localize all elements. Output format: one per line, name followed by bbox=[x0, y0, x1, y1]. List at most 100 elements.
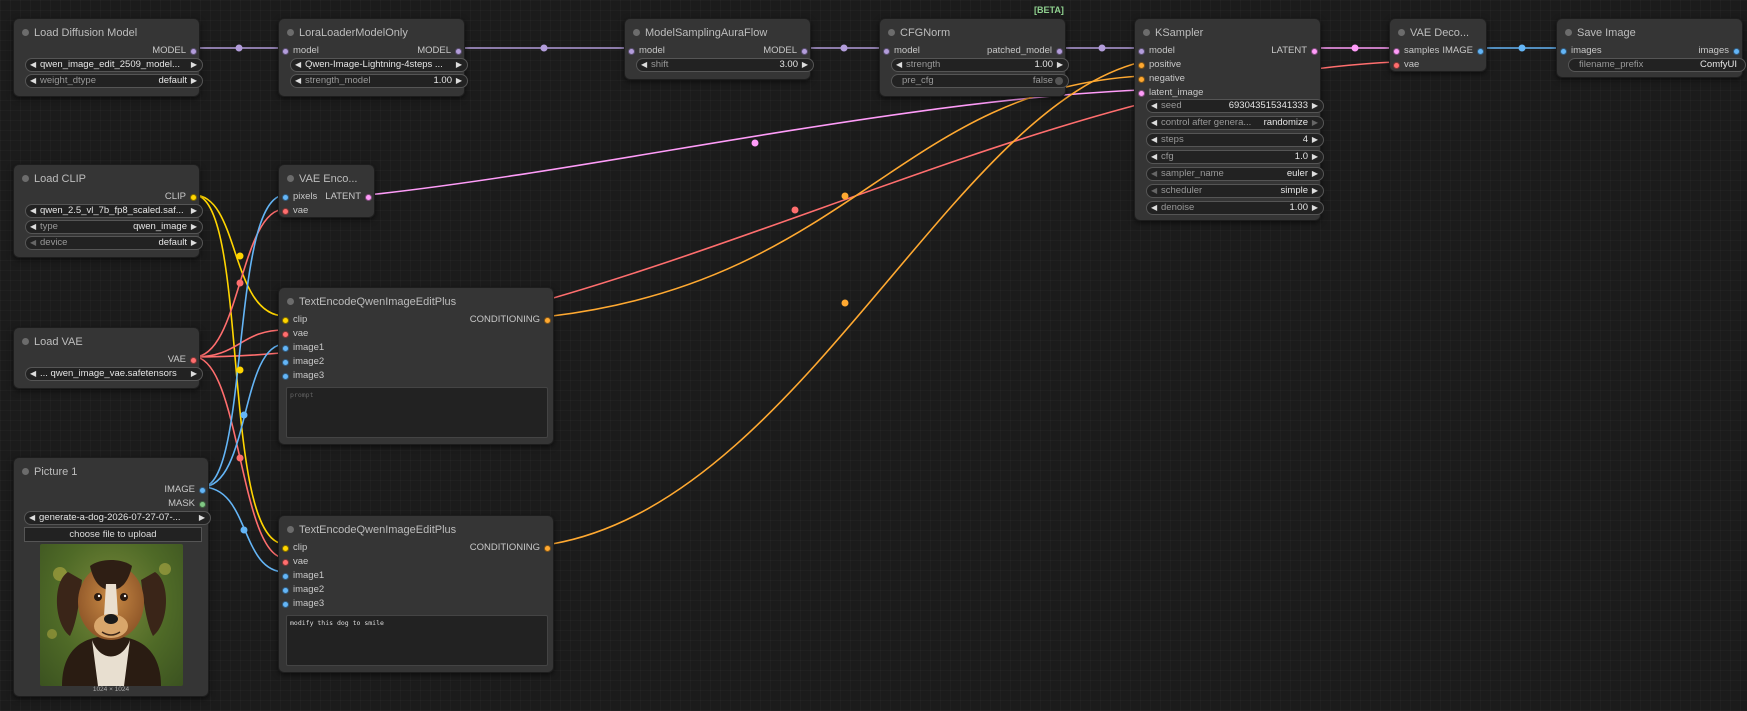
input-images[interactable]: images bbox=[1560, 45, 1602, 56]
collapse-dot[interactable] bbox=[633, 29, 640, 36]
steps-widget[interactable]: ◀ steps 4 ▶ bbox=[1146, 133, 1324, 147]
arrow-right-icon[interactable]: ▶ bbox=[191, 205, 197, 217]
scheduler-combo[interactable]: ◀ scheduler simple ▶ bbox=[1146, 184, 1324, 198]
strength-model-widget[interactable]: ◀ strength_model 1.00 ▶ bbox=[290, 74, 468, 88]
output-conditioning[interactable]: CONDITIONING bbox=[470, 314, 551, 325]
arrow-right-icon[interactable]: ▶ bbox=[1312, 185, 1318, 197]
node-title[interactable]: TextEncodeQwenImageEditPlus bbox=[279, 292, 553, 312]
prompt-textarea[interactable]: modify this dog to smile bbox=[286, 615, 548, 666]
node-title[interactable]: Save Image bbox=[1557, 23, 1742, 43]
output-image[interactable]: IMAGE bbox=[164, 484, 206, 495]
arrow-right-icon[interactable]: ▶ bbox=[191, 368, 197, 380]
node-load-diffusion-model[interactable]: Load Diffusion Model MODEL ◀ qwen_image_e… bbox=[13, 18, 203, 97]
port[interactable] bbox=[282, 208, 289, 215]
output-image[interactable]: IMAGE bbox=[1442, 45, 1484, 56]
port[interactable] bbox=[883, 48, 890, 55]
collapse-dot[interactable] bbox=[22, 29, 29, 36]
unet-name-combo[interactable]: ◀ qwen_image_edit_2509_model... ▶ bbox=[25, 58, 203, 72]
input-image3[interactable]: image3 bbox=[282, 370, 324, 381]
output-model[interactable]: MODEL bbox=[763, 45, 808, 56]
port[interactable] bbox=[282, 317, 289, 324]
node-load-clip[interactable]: Load CLIP CLIP ◀ qwen_2.5_vl_7b_fp8_scale… bbox=[13, 164, 203, 258]
port[interactable] bbox=[190, 48, 197, 55]
node-title[interactable]: VAE Deco... bbox=[1390, 23, 1486, 43]
collapse-dot[interactable] bbox=[287, 298, 294, 305]
output-patched-model[interactable]: patched_model bbox=[987, 45, 1063, 56]
output-mask[interactable]: MASK bbox=[168, 498, 206, 509]
arrow-left-icon[interactable]: ◀ bbox=[29, 512, 35, 524]
node-title[interactable]: Picture 1 bbox=[14, 462, 208, 482]
output-model[interactable]: MODEL bbox=[417, 45, 462, 56]
input-vae[interactable]: vae bbox=[282, 328, 308, 339]
node-title[interactable]: Load Diffusion Model bbox=[14, 23, 199, 43]
node-load-vae[interactable]: Load VAE VAE ◀ ... qwen_image_vae.safeten… bbox=[13, 327, 203, 389]
denoise-widget[interactable]: ◀ denoise 1.00 ▶ bbox=[1146, 201, 1324, 215]
arrow-right-icon[interactable]: ▶ bbox=[1312, 117, 1318, 129]
port[interactable] bbox=[365, 194, 372, 201]
pre-cfg-toggle[interactable]: pre_cfg false bbox=[891, 74, 1069, 88]
node-title[interactable]: LoraLoaderModelOnly bbox=[279, 23, 464, 43]
port[interactable] bbox=[1138, 62, 1145, 69]
port[interactable] bbox=[1560, 48, 1567, 55]
output-clip[interactable]: CLIP bbox=[165, 191, 197, 202]
node-title[interactable]: ModelSamplingAuraFlow bbox=[625, 23, 810, 43]
port[interactable] bbox=[282, 373, 289, 380]
node-title[interactable]: KSampler bbox=[1135, 23, 1320, 43]
arrow-right-icon[interactable]: ▶ bbox=[1312, 202, 1318, 214]
arrow-right-icon[interactable]: ▶ bbox=[1312, 168, 1318, 180]
collapse-dot[interactable] bbox=[287, 526, 294, 533]
arrow-left-icon[interactable]: ◀ bbox=[1151, 100, 1157, 112]
collapse-dot[interactable] bbox=[22, 175, 29, 182]
input-latent-image[interactable]: latent_image bbox=[1138, 87, 1203, 98]
port[interactable] bbox=[190, 357, 197, 364]
collapse-dot[interactable] bbox=[287, 29, 294, 36]
output-images[interactable]: images bbox=[1698, 45, 1740, 56]
port[interactable] bbox=[1138, 48, 1145, 55]
port[interactable] bbox=[1138, 90, 1145, 97]
arrow-left-icon[interactable]: ◀ bbox=[295, 59, 301, 71]
input-image1[interactable]: image1 bbox=[282, 342, 324, 353]
node-vae-decode[interactable]: VAE Deco... samples vae IMAGE bbox=[1389, 18, 1487, 72]
collapse-dot[interactable] bbox=[22, 468, 29, 475]
arrow-right-icon[interactable]: ▶ bbox=[191, 221, 197, 233]
arrow-right-icon[interactable]: ▶ bbox=[199, 512, 205, 524]
prompt-textarea-placeholder[interactable]: prompt bbox=[286, 387, 548, 438]
port[interactable] bbox=[282, 194, 289, 201]
input-model[interactable]: model bbox=[628, 45, 665, 56]
strength-widget[interactable]: ◀ strength 1.00 ▶ bbox=[891, 58, 1069, 72]
arrow-left-icon[interactable]: ◀ bbox=[30, 59, 36, 71]
arrow-left-icon[interactable]: ◀ bbox=[30, 75, 36, 87]
arrow-right-icon[interactable]: ▶ bbox=[1312, 100, 1318, 112]
port[interactable] bbox=[1311, 48, 1318, 55]
arrow-right-icon[interactable]: ▶ bbox=[191, 237, 197, 249]
port[interactable] bbox=[199, 501, 206, 508]
sampler-name-combo[interactable]: ◀ sampler_name euler ▶ bbox=[1146, 167, 1324, 181]
port[interactable] bbox=[282, 331, 289, 338]
node-save-image[interactable]: Save Image images images filename_prefix… bbox=[1556, 18, 1746, 78]
arrow-left-icon[interactable]: ◀ bbox=[295, 75, 301, 87]
input-model[interactable]: model bbox=[282, 45, 319, 56]
port[interactable] bbox=[190, 194, 197, 201]
port[interactable] bbox=[1477, 48, 1484, 55]
filename-prefix-input[interactable]: filename_prefix ComfyUI bbox=[1568, 58, 1746, 72]
input-image3[interactable]: image3 bbox=[282, 598, 324, 609]
port[interactable] bbox=[282, 345, 289, 352]
input-image2[interactable]: image2 bbox=[282, 584, 324, 595]
collapse-dot[interactable] bbox=[888, 29, 895, 36]
input-model[interactable]: model bbox=[883, 45, 920, 56]
device-combo[interactable]: ◀ device default ▶ bbox=[25, 236, 203, 250]
node-title[interactable]: TextEncodeQwenImageEditPlus bbox=[279, 520, 553, 540]
arrow-right-icon[interactable]: ▶ bbox=[802, 59, 808, 71]
input-image1[interactable]: image1 bbox=[282, 570, 324, 581]
port[interactable] bbox=[1056, 48, 1063, 55]
collapse-dot[interactable] bbox=[287, 175, 294, 182]
input-vae[interactable]: vae bbox=[1393, 59, 1419, 70]
port[interactable] bbox=[1138, 76, 1145, 83]
vae-name-combo[interactable]: ◀ ... qwen_image_vae.safetensors ▶ bbox=[25, 367, 203, 381]
arrow-left-icon[interactable]: ◀ bbox=[1151, 151, 1157, 163]
clip-type-combo[interactable]: ◀ type qwen_image ▶ bbox=[25, 220, 203, 234]
lora-name-combo[interactable]: ◀ Qwen-Image-Lightning-4steps ... ▶ bbox=[290, 58, 468, 72]
node-cfgnorm[interactable]: CFGNorm model patched_model ◀ strength 1.0… bbox=[879, 18, 1069, 97]
arrow-right-icon[interactable]: ▶ bbox=[456, 75, 462, 87]
node-lora-loader[interactable]: LoraLoaderModelOnly model MODEL ◀ Qwen-Im… bbox=[278, 18, 468, 97]
